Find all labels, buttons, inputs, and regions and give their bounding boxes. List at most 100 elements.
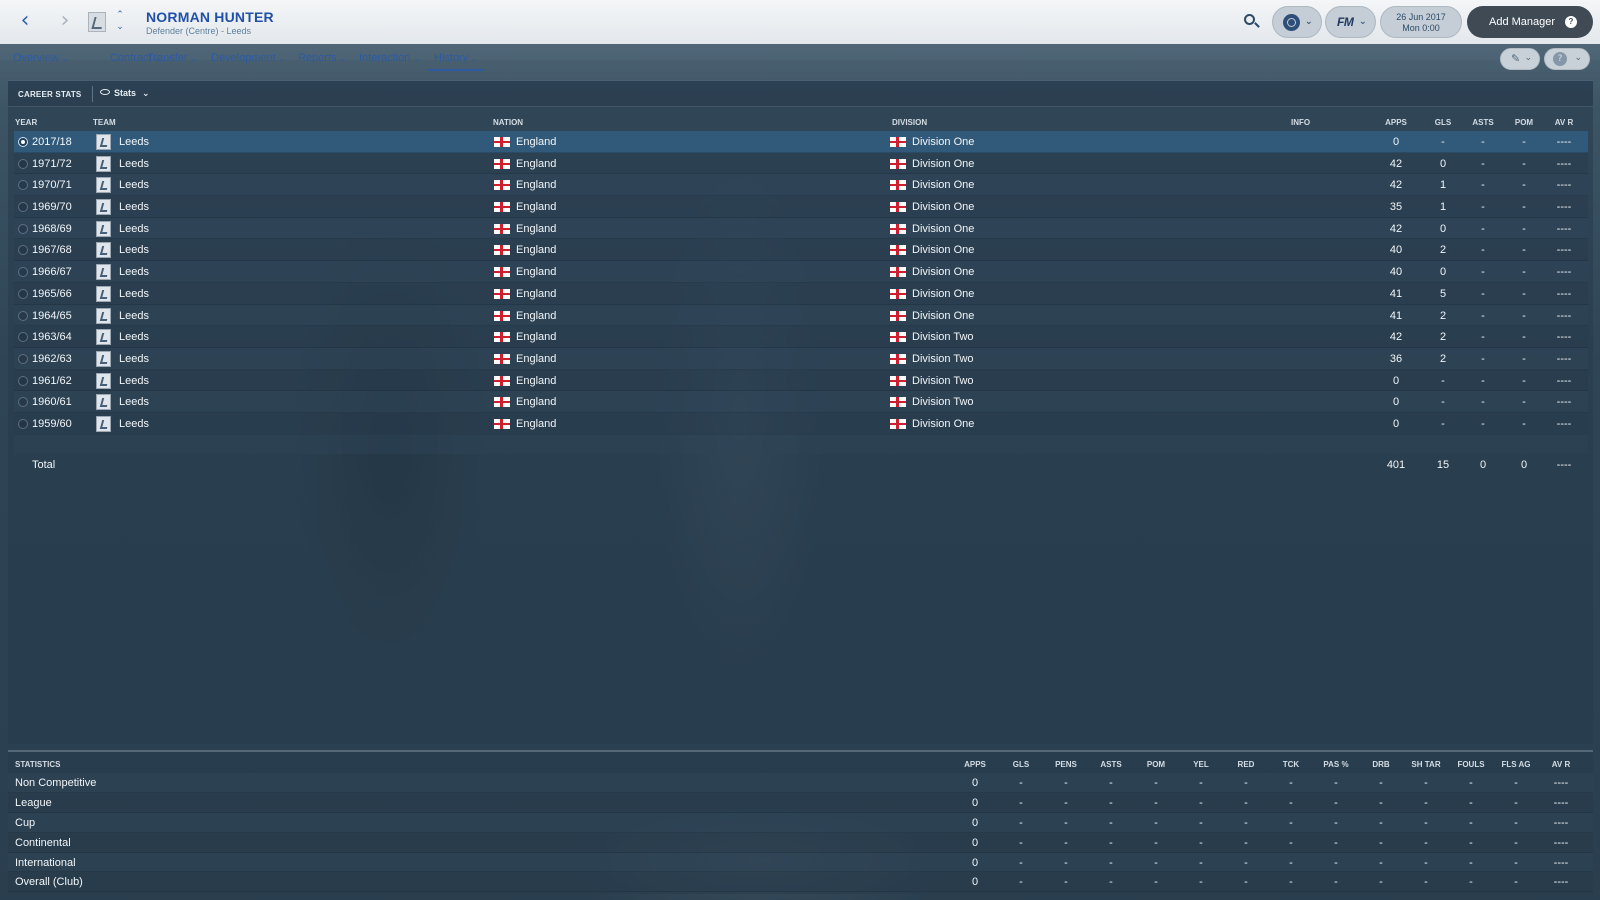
column-header-shtar[interactable]: SH TAR (1404, 760, 1448, 769)
tab-interaction[interactable]: Interaction ⌄ (359, 52, 420, 64)
team-cell[interactable]: Leeds (119, 266, 149, 278)
column-header-info[interactable]: INFO (1291, 118, 1310, 127)
world-menu-button[interactable]: ⌄ (1272, 6, 1322, 38)
team-cell[interactable]: Leeds (119, 353, 149, 365)
tab-transfer[interactable]: Transfer ⌄ (147, 52, 197, 64)
table-row[interactable]: 1964/65 Leeds England Division One 41 2 … (14, 304, 1588, 327)
tab-overview[interactable]: Overview ⌄ (13, 52, 69, 64)
team-cell[interactable]: Leeds (119, 136, 149, 148)
help-menu-button[interactable]: ? ⌄ (1544, 48, 1590, 70)
tab-reports[interactable]: Reports ⌄ (298, 52, 346, 64)
table-row[interactable]: 1968/69 Leeds England Division One 42 0 … (14, 217, 1588, 240)
column-header-gls[interactable]: GLS (1423, 118, 1463, 127)
stat-row[interactable]: Cup 0- - - - - - - - - - - - ---- (8, 812, 1593, 833)
division-cell[interactable]: Division One (912, 244, 974, 256)
column-header-tck[interactable]: TCK (1269, 760, 1313, 769)
table-row[interactable]: 1969/70 Leeds England Division One 35 1 … (14, 196, 1588, 218)
stat-row[interactable]: Continental 0- - - - - - - - - - - - ---- (8, 832, 1593, 853)
player-name[interactable]: NORMAN HUNTER (146, 9, 274, 25)
table-row[interactable]: 1967/68 Leeds England Division One 40 2 … (14, 239, 1588, 262)
column-header-yel[interactable]: YEL (1179, 760, 1223, 769)
team-cell[interactable]: Leeds (119, 158, 149, 170)
nation-cell[interactable]: England (516, 353, 556, 365)
division-cell[interactable]: Division One (912, 136, 974, 148)
team-cell[interactable]: Leeds (119, 223, 149, 235)
tab-development[interactable]: Development ⌄ (211, 52, 286, 64)
nation-cell[interactable]: England (516, 179, 556, 191)
row-radio[interactable] (18, 353, 28, 364)
chevron-down-icon[interactable]: ⌄ (114, 21, 126, 33)
row-radio[interactable] (18, 418, 28, 429)
division-cell[interactable]: Division Two (912, 353, 974, 365)
row-radio[interactable] (18, 267, 28, 278)
division-cell[interactable]: Division One (912, 158, 974, 170)
nation-cell[interactable]: England (516, 158, 556, 170)
back-arrow-icon[interactable]: ‹ (14, 10, 36, 34)
division-cell[interactable]: Division One (912, 223, 974, 235)
nation-cell[interactable]: England (516, 266, 556, 278)
club-badge-icon[interactable] (88, 12, 106, 32)
row-radio[interactable] (18, 375, 28, 386)
division-cell[interactable]: Division Two (912, 375, 974, 387)
column-header-pens[interactable]: PENS (1044, 760, 1088, 769)
row-radio[interactable] (18, 397, 28, 408)
column-header-year[interactable]: YEAR (15, 118, 37, 127)
team-cell[interactable]: Leeds (119, 418, 149, 430)
team-cell[interactable]: Leeds (119, 288, 149, 300)
column-header-flsag[interactable]: FLS AG (1494, 760, 1538, 769)
team-cell[interactable]: Leeds (119, 201, 149, 213)
row-radio[interactable] (18, 137, 28, 147)
nation-cell[interactable]: England (516, 223, 556, 235)
search-icon[interactable] (1242, 12, 1262, 32)
stat-row[interactable]: League 0- - - - - - - - - - - - ---- (8, 792, 1593, 813)
nation-cell[interactable]: England (516, 136, 556, 148)
column-header-pom[interactable]: POM (1504, 118, 1544, 127)
table-row[interactable]: 1970/71 Leeds England Division One 42 1 … (14, 174, 1588, 197)
division-cell[interactable]: Division Two (912, 331, 974, 343)
division-cell[interactable]: Division Two (912, 396, 974, 408)
row-radio[interactable] (18, 202, 28, 213)
date-display[interactable]: 26 Jun 2017 Mon 0:00 (1380, 6, 1462, 38)
division-cell[interactable]: Division One (912, 201, 974, 213)
nation-cell[interactable]: England (516, 288, 556, 300)
column-header-drb[interactable]: DRB (1359, 760, 1403, 769)
nation-cell[interactable]: England (516, 418, 556, 430)
table-row[interactable]: 1961/62 Leeds England Division Two 0 - -… (14, 369, 1588, 392)
column-header-division[interactable]: DIVISION (892, 118, 927, 127)
team-cell[interactable]: Leeds (119, 375, 149, 387)
team-cell[interactable]: Leeds (119, 331, 149, 343)
nation-cell[interactable]: England (516, 310, 556, 322)
nation-cell[interactable]: England (516, 375, 556, 387)
column-header-asts[interactable]: ASTS (1463, 118, 1503, 127)
edit-menu-button[interactable]: ✎ ⌄ (1500, 48, 1540, 70)
view-selector[interactable]: Stats ⌄ (100, 88, 150, 99)
table-row[interactable]: 1959/60 Leeds England Division One 0 - -… (14, 412, 1588, 435)
column-header-apps[interactable]: APPS (953, 760, 997, 769)
division-cell[interactable]: Division One (912, 310, 974, 322)
column-header-fouls[interactable]: FOULS (1449, 760, 1493, 769)
fm-menu-button[interactable]: FM ⌄ (1325, 6, 1376, 38)
column-header-nation[interactable]: NATION (493, 118, 523, 127)
nation-cell[interactable]: England (516, 331, 556, 343)
table-row[interactable]: 1960/61 Leeds England Division Two 0 - -… (14, 391, 1588, 413)
row-radio[interactable] (18, 180, 28, 191)
table-row[interactable]: 1963/64 Leeds England Division Two 42 2 … (14, 326, 1588, 348)
stat-row[interactable]: International 0- - - - - - - - - - - - ---- (8, 852, 1593, 873)
prev-next-player-control[interactable]: ⌃ ⌄ (114, 9, 126, 33)
tab-history[interactable]: History ⌄ (434, 52, 478, 64)
nation-cell[interactable]: England (516, 396, 556, 408)
column-header-avr[interactable]: AV R (1544, 118, 1584, 127)
division-cell[interactable]: Division One (912, 179, 974, 191)
nation-cell[interactable]: England (516, 244, 556, 256)
row-radio[interactable] (18, 332, 28, 343)
stat-row[interactable]: Non Competitive 0- - - - - - - - - - - - ---- (8, 773, 1593, 793)
division-cell[interactable]: Division One (912, 418, 974, 430)
nation-cell[interactable]: England (516, 201, 556, 213)
column-header-apps[interactable]: APPS (1376, 118, 1416, 127)
column-header-gls[interactable]: GLS (999, 760, 1043, 769)
stat-row[interactable]: Overall (Club) 0- - - - - - - - - - - - ---- (8, 872, 1593, 893)
team-cell[interactable]: Leeds (119, 244, 149, 256)
table-row[interactable]: 2017/18 Leeds England Division One 0 - -… (14, 131, 1588, 153)
column-header-pom[interactable]: POM (1134, 760, 1178, 769)
column-header-pas[interactable]: PAS % (1314, 760, 1358, 769)
